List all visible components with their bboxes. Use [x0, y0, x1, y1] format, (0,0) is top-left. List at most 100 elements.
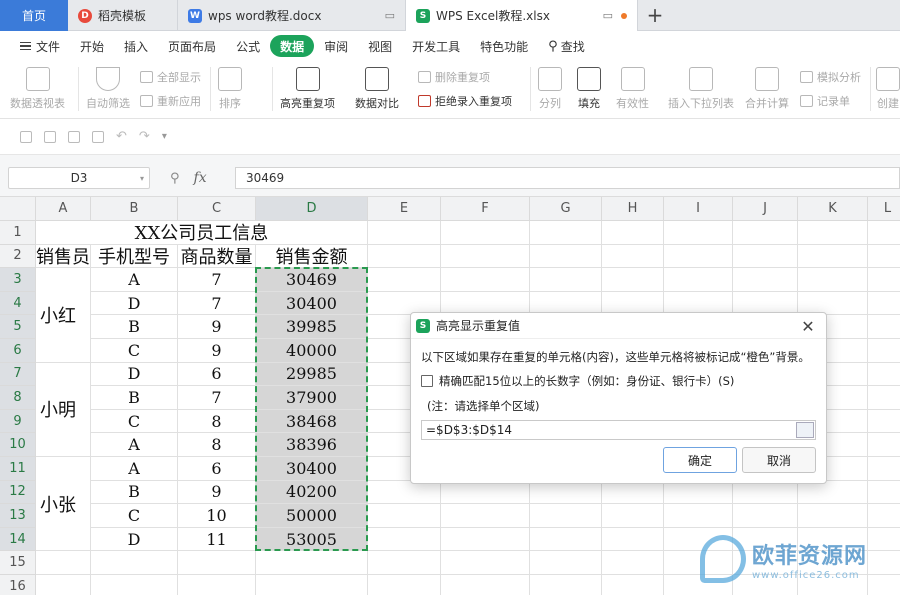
- grid-cell[interactable]: [256, 575, 368, 595]
- quantity-cell[interactable]: 9: [178, 315, 256, 339]
- header-cell[interactable]: 手机型号: [91, 244, 178, 269]
- autofilter-button[interactable]: 自动筛选: [86, 67, 130, 111]
- print-icon[interactable]: [68, 130, 80, 143]
- grid-cell[interactable]: [868, 575, 900, 595]
- redo-icon[interactable]: ↷: [139, 129, 150, 144]
- undo-icon[interactable]: ↶: [116, 129, 127, 144]
- grid-cell[interactable]: [602, 575, 664, 595]
- grid-cell[interactable]: [368, 244, 441, 269]
- amount-cell[interactable]: 29985: [256, 362, 368, 387]
- grid-cell[interactable]: [368, 221, 441, 245]
- grid-cell[interactable]: [368, 527, 441, 552]
- grid-cell[interactable]: [441, 221, 530, 245]
- grid-cell[interactable]: [91, 551, 178, 575]
- grid-cell[interactable]: [441, 575, 530, 595]
- insert-dropdown-button[interactable]: 插入下拉列表: [668, 67, 734, 111]
- quantity-cell[interactable]: 11: [178, 527, 256, 552]
- grid-cell[interactable]: [91, 575, 178, 595]
- grid-cell[interactable]: [868, 527, 900, 552]
- menu-search[interactable]: ⚲ 查找: [538, 35, 595, 57]
- grid-cell[interactable]: [868, 221, 900, 245]
- grid-cell[interactable]: [530, 221, 602, 245]
- grid-cell[interactable]: [868, 244, 900, 269]
- row-header[interactable]: 13: [0, 504, 36, 528]
- grid-cell[interactable]: [441, 504, 530, 528]
- reapply-button[interactable]: 重新应用: [140, 93, 201, 109]
- row-header[interactable]: 7: [0, 362, 36, 387]
- model-cell[interactable]: A: [91, 457, 178, 481]
- model-cell[interactable]: A: [91, 268, 178, 292]
- fill-button[interactable]: 填充: [577, 67, 601, 111]
- model-cell[interactable]: C: [91, 409, 178, 434]
- quantity-cell[interactable]: 8: [178, 409, 256, 434]
- quantity-cell[interactable]: 7: [178, 268, 256, 292]
- amount-cell[interactable]: 50000: [256, 504, 368, 528]
- grid-cell[interactable]: [664, 480, 733, 505]
- menu-view[interactable]: 视图: [358, 35, 402, 57]
- grid-cell[interactable]: [868, 457, 900, 481]
- fx-icon[interactable]: fx: [194, 170, 207, 186]
- range-input[interactable]: =$D$3:$D$14: [421, 420, 816, 440]
- grid-cell[interactable]: [602, 480, 664, 505]
- grid-cell[interactable]: [368, 575, 441, 595]
- grid-cell[interactable]: [530, 504, 602, 528]
- close-icon[interactable]: ✕: [798, 316, 818, 336]
- salesperson-cell[interactable]: 小红: [36, 268, 91, 363]
- grid-cell[interactable]: [868, 504, 900, 528]
- row-header[interactable]: 2: [0, 244, 36, 269]
- export-icon[interactable]: [44, 130, 56, 143]
- row-header[interactable]: 10: [0, 433, 36, 457]
- highlight-duplicates-button[interactable]: 高亮重复项: [280, 67, 335, 111]
- menu-review[interactable]: 审阅: [314, 35, 358, 57]
- model-cell[interactable]: C: [91, 339, 178, 363]
- menu-special[interactable]: 特色功能: [470, 35, 538, 57]
- salesperson-cell[interactable]: 小张: [36, 457, 91, 552]
- amount-cell[interactable]: 40200: [256, 480, 368, 505]
- row-header[interactable]: 8: [0, 386, 36, 410]
- select-all-corner[interactable]: [0, 197, 36, 221]
- ok-button[interactable]: 确定: [663, 447, 737, 473]
- grid-cell[interactable]: [602, 504, 664, 528]
- amount-cell[interactable]: 39985: [256, 315, 368, 339]
- column-header[interactable]: D: [256, 197, 368, 221]
- grid-cell[interactable]: [602, 244, 664, 269]
- grid-cell[interactable]: [733, 221, 798, 245]
- grid-cell[interactable]: [368, 480, 441, 505]
- quantity-cell[interactable]: 8: [178, 433, 256, 457]
- header-cell[interactable]: 销售金额: [256, 244, 368, 269]
- row-header[interactable]: 15: [0, 551, 36, 575]
- column-header[interactable]: A: [36, 197, 91, 221]
- validity-button[interactable]: 有效性: [616, 67, 649, 111]
- header-cell[interactable]: 商品数量: [178, 244, 256, 269]
- amount-cell[interactable]: 38396: [256, 433, 368, 457]
- amount-cell[interactable]: 30400: [256, 291, 368, 316]
- grid-cell[interactable]: [441, 480, 530, 505]
- amount-cell[interactable]: 38468: [256, 409, 368, 434]
- split-button[interactable]: 分列: [538, 67, 562, 111]
- menu-formula[interactable]: 公式: [226, 35, 270, 57]
- grid-cell[interactable]: [368, 268, 441, 292]
- amount-cell[interactable]: 30469: [256, 268, 368, 292]
- quantity-cell[interactable]: 10: [178, 504, 256, 528]
- menu-file[interactable]: 文件: [10, 35, 70, 57]
- reject-duplicates-button[interactable]: 拒绝录入重复项: [418, 93, 512, 109]
- simulate-analysis-button[interactable]: 模拟分析: [800, 69, 861, 85]
- tab-docer[interactable]: D 稻壳模板: [68, 0, 178, 31]
- grid-cell[interactable]: [36, 551, 91, 575]
- grid-cell[interactable]: [733, 504, 798, 528]
- row-header[interactable]: 1: [0, 221, 36, 245]
- amount-cell[interactable]: 40000: [256, 339, 368, 363]
- print-preview-icon[interactable]: [92, 130, 104, 143]
- row-header[interactable]: 12: [0, 480, 36, 505]
- quantity-cell[interactable]: 7: [178, 386, 256, 410]
- column-header[interactable]: G: [530, 197, 602, 221]
- formula-input[interactable]: 30469: [235, 167, 900, 189]
- grid-cell[interactable]: [530, 527, 602, 552]
- column-header[interactable]: K: [798, 197, 868, 221]
- quantity-cell[interactable]: 9: [178, 339, 256, 363]
- grid-cell[interactable]: [530, 244, 602, 269]
- menu-page-layout[interactable]: 页面布局: [158, 35, 226, 57]
- column-header[interactable]: F: [441, 197, 530, 221]
- checkbox-icon[interactable]: [421, 375, 433, 387]
- model-cell[interactable]: C: [91, 504, 178, 528]
